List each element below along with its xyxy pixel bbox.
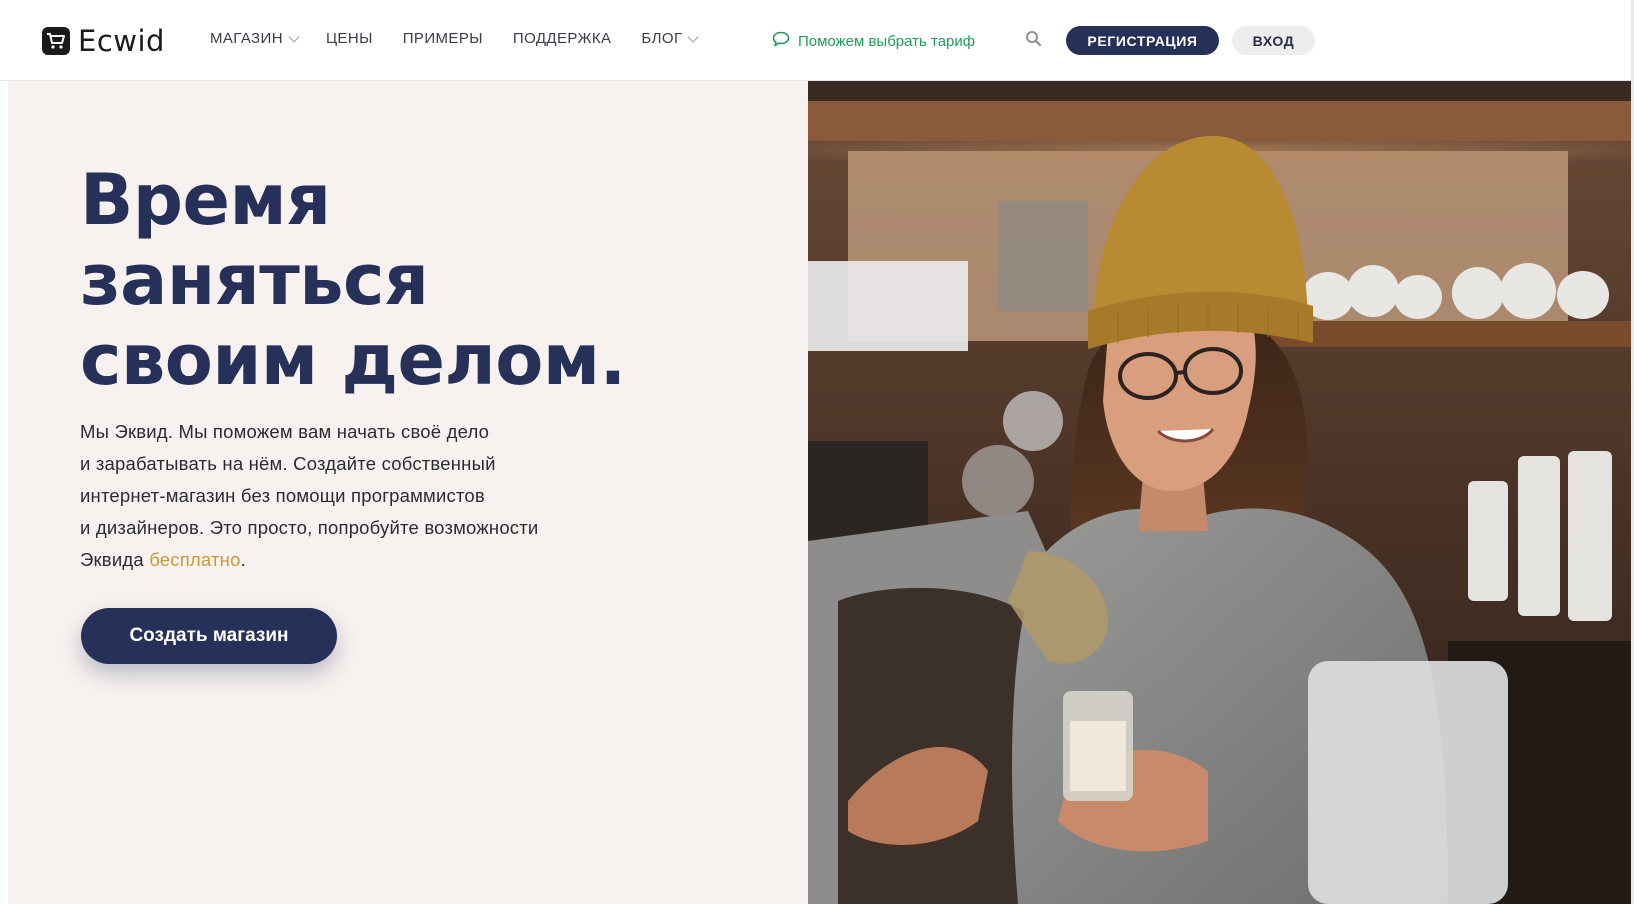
cart-logo-icon — [42, 27, 70, 55]
nav-item-label: ПОДДЕРЖКА — [512, 30, 612, 47]
hero-text-suffix: . — [240, 549, 246, 570]
nav-item-shop[interactable]: МАГАЗИН — [210, 30, 300, 47]
nav-item-label: ПРИМЕРЫ — [402, 30, 483, 47]
hero-title-line: заняться — [80, 239, 429, 321]
nav-item-label: ЦЕНЫ — [325, 30, 373, 47]
create-store-button[interactable]: Создать магазин — [81, 608, 337, 664]
hero-title: Время заняться своим делом. — [80, 160, 720, 400]
ecwid-logo[interactable]: Ecwid — [42, 24, 165, 58]
hero-text-line: интернет-магазин без помощи программисто… — [80, 485, 485, 506]
hero-title-line: своим делом. — [80, 319, 626, 401]
hero-text-line-last: Эквида бесплатно. — [80, 544, 600, 576]
search-icon[interactable] — [1025, 30, 1042, 52]
chevron-down-icon — [687, 30, 700, 43]
chat-bubble-icon — [772, 31, 790, 51]
hero-text-line: и зарабатывать на нём. Создайте собствен… — [80, 453, 496, 474]
site-header: Ecwid МАГАЗИН ЦЕНЫ ПРИМЕРЫ ПОДДЕРЖКА БЛО… — [0, 0, 1634, 81]
login-button[interactable]: ВХОД — [1232, 26, 1315, 55]
free-trial-link[interactable]: бесплатно — [149, 549, 240, 570]
nav-item-label: МАГАЗИН — [210, 30, 283, 47]
nav-item-blog[interactable]: БЛОГ — [641, 30, 700, 47]
nav-item-support[interactable]: ПОДДЕРЖКА — [513, 30, 611, 47]
brand-name: Ecwid — [78, 24, 165, 58]
main-nav: МАГАЗИН ЦЕНЫ ПРИМЕРЫ ПОДДЕРЖКА БЛОГ — [210, 30, 700, 47]
hero-text-line: и дизайнеров. Это просто, попробуйте воз… — [80, 517, 539, 538]
hero-text-line: Мы Эквид. Мы поможем вам начать своё дел… — [80, 421, 490, 442]
nav-item-label: БЛОГ — [641, 30, 683, 47]
hero-text-prefix: Эквида — [80, 549, 150, 570]
help-label: Поможем выбрать тариф — [798, 32, 976, 50]
nav-item-examples[interactable]: ПРИМЕРЫ — [403, 30, 483, 47]
tariff-help-link[interactable]: Поможем выбрать тариф — [772, 31, 975, 51]
hero-photo — [808, 81, 1631, 904]
hero-title-line: Время — [80, 159, 331, 241]
register-button[interactable]: РЕГИСТРАЦИЯ — [1066, 26, 1219, 55]
hero-description: Мы Эквид. Мы поможем вам начать своё дел… — [80, 416, 600, 576]
chevron-down-icon — [288, 30, 300, 43]
barista-photo-image — [808, 81, 1631, 904]
nav-item-prices[interactable]: ЦЕНЫ — [326, 30, 373, 47]
